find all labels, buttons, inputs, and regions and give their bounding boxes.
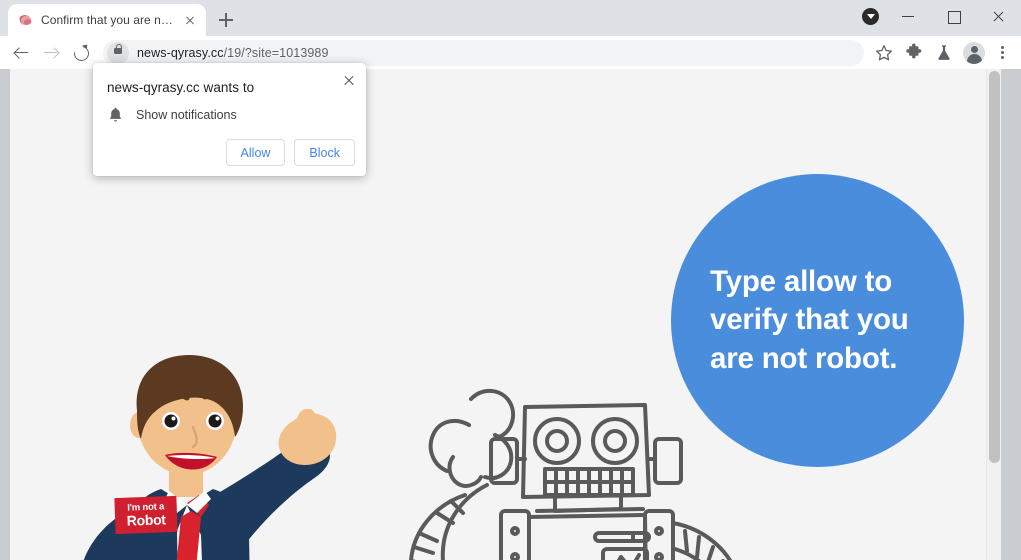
address-bar[interactable]: news-qyrasy.cc/19/?site=1013989	[103, 39, 864, 66]
menu-dot	[1000, 45, 1004, 49]
close-tab-icon[interactable]	[182, 12, 198, 28]
browser-tab[interactable]: Confirm that you are not a robot	[8, 4, 206, 36]
reload-button[interactable]	[66, 38, 96, 68]
toolbar-actions	[869, 38, 1015, 68]
menu-dot	[1000, 50, 1004, 55]
profile-avatar[interactable]	[959, 38, 989, 68]
forward-button[interactable]	[36, 38, 66, 68]
close-window-button[interactable]	[976, 0, 1021, 32]
tab-title: Confirm that you are not a robot	[41, 13, 175, 27]
page-scrollbar[interactable]	[986, 69, 1001, 560]
flask-icon[interactable]	[929, 38, 959, 68]
permission-row: Show notifications	[107, 106, 237, 123]
address-bar-url: news-qyrasy.cc/19/?site=1013989	[129, 46, 860, 60]
dialog-buttons: Allow Block	[225, 139, 355, 166]
minimize-button[interactable]	[886, 0, 931, 32]
instruction-line-2: verify that you	[710, 303, 909, 337]
allow-button[interactable]: Allow	[225, 139, 286, 166]
man-waving-illustration: I'm not a Robot	[65, 345, 365, 560]
instruction-line-1: Type allow to	[710, 265, 893, 299]
site-security-chip[interactable]	[107, 41, 129, 64]
not-a-robot-badge: I'm not a Robot	[114, 495, 178, 535]
page-scrollbar-thumb[interactable]	[989, 71, 1000, 463]
url-host: news-qyrasy.cc	[137, 45, 224, 60]
tab-strip: Confirm that you are not a robot	[0, 0, 1021, 36]
back-button[interactable]	[6, 38, 36, 68]
download-indicator-icon[interactable]	[862, 8, 879, 25]
close-icon[interactable]	[339, 70, 359, 90]
robot-sketch-illustration	[405, 365, 780, 560]
site-favicon	[18, 12, 34, 28]
dialog-title: news-qyrasy.cc wants to	[107, 80, 255, 95]
extensions-icon[interactable]	[899, 38, 929, 68]
badge-line-2: Robot	[126, 511, 166, 529]
avatar	[963, 41, 985, 64]
bell-icon	[107, 106, 124, 123]
lock-icon	[114, 44, 123, 54]
browser-menu-icon[interactable]	[989, 38, 1015, 68]
new-tab-button[interactable]	[212, 6, 240, 34]
maximize-button[interactable]	[931, 0, 976, 32]
tab-strip-left-padding	[0, 0, 8, 36]
block-button[interactable]: Block	[294, 139, 355, 166]
url-path: /19/?site=1013989	[223, 45, 329, 60]
instruction-text: Type allow to verify that you are not ro…	[710, 263, 925, 377]
bookmark-star-icon[interactable]	[869, 38, 899, 68]
window-controls	[886, 0, 1021, 32]
menu-dot	[1000, 56, 1004, 60]
notification-permission-dialog: news-qyrasy.cc wants to Show notificatio…	[93, 63, 366, 176]
permission-label: Show notifications	[136, 107, 237, 122]
browser-window: Confirm that you are not a robot news-qy…	[0, 0, 1021, 560]
